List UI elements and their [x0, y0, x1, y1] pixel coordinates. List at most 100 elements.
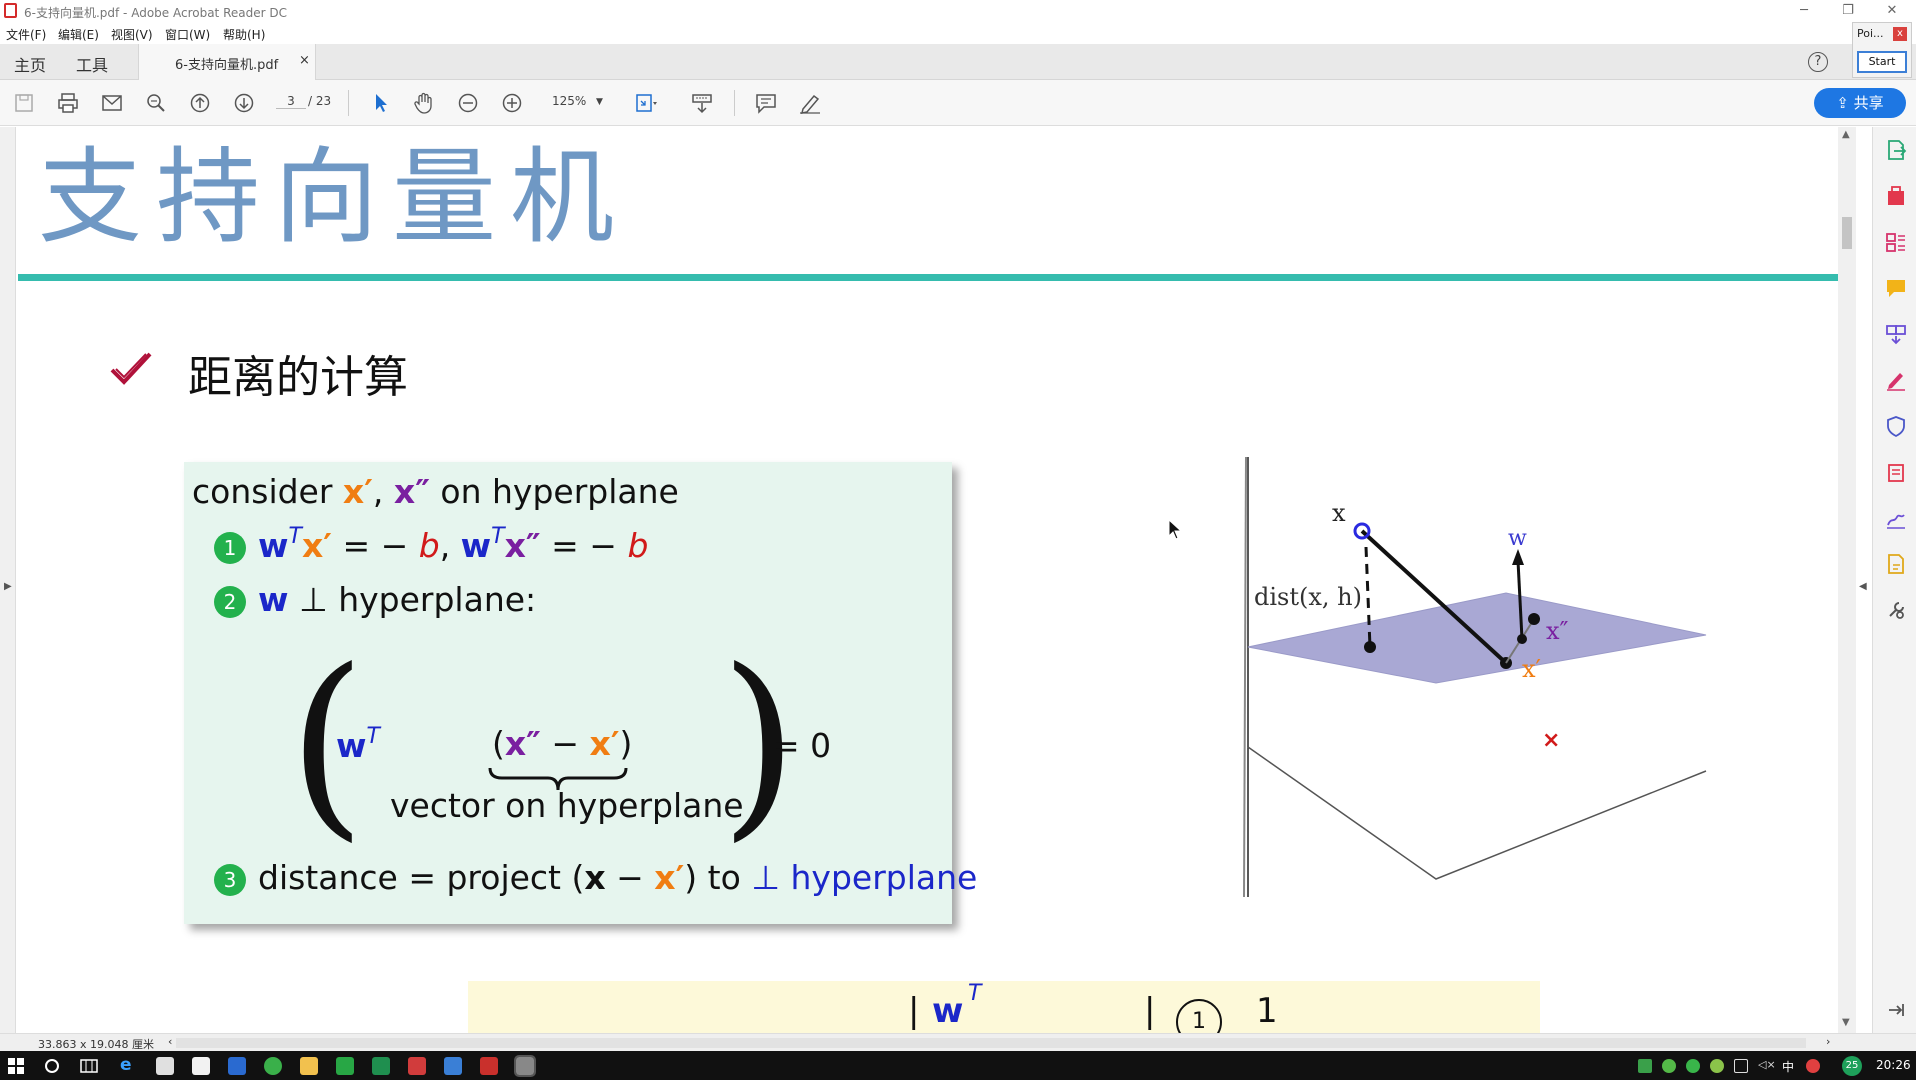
- file-explorer-icon[interactable]: [300, 1057, 318, 1075]
- tray-icon-1[interactable]: [1638, 1059, 1652, 1073]
- edit-pdf-icon[interactable]: [1885, 461, 1907, 483]
- taskbar-clock: 20:26: [1876, 1058, 1911, 1072]
- menu-help[interactable]: 帮助(H): [223, 26, 265, 43]
- scrollbar-thumb[interactable]: [1842, 217, 1852, 249]
- projection-point: [1364, 641, 1376, 653]
- collapse-right-panel-icon[interactable]: ◀: [1859, 581, 1867, 592]
- tab-tools[interactable]: 工具: [76, 52, 108, 76]
- save-icon[interactable]: [12, 92, 36, 114]
- minimize-button[interactable]: ─: [1784, 0, 1824, 22]
- tab-document[interactable]: 6-支持向量机.pdf ×: [138, 44, 316, 80]
- tray-icon-4[interactable]: [1710, 1059, 1724, 1073]
- restore-button[interactable]: ❐: [1828, 0, 1868, 22]
- scroll-up-icon[interactable]: ▲: [1842, 129, 1850, 140]
- vertical-scrollbar[interactable]: ▲ ▼: [1838, 127, 1856, 1033]
- toolbar-separator: [348, 90, 349, 116]
- zoom-level[interactable]: 125%: [552, 94, 586, 108]
- task-view-icon[interactable]: [80, 1058, 98, 1074]
- toolbar: 3 / 23 125% ▼: [0, 80, 1916, 126]
- app-icon-blue[interactable]: [228, 1057, 246, 1075]
- windows-start-icon[interactable]: [8, 1058, 24, 1074]
- zoom-out-icon[interactable]: [456, 92, 480, 114]
- mini-panel-close-icon[interactable]: x: [1893, 27, 1907, 41]
- more-tools-doc-icon[interactable]: [1885, 553, 1907, 575]
- edge-browser-icon[interactable]: e: [120, 1055, 138, 1075]
- comment-tool-icon[interactable]: [1885, 277, 1907, 299]
- previous-page-icon[interactable]: [188, 92, 212, 114]
- search-icon[interactable]: [144, 92, 168, 114]
- page-number-input[interactable]: 3: [276, 94, 306, 109]
- tray-icon-2[interactable]: [1662, 1059, 1676, 1073]
- point-xdprime: [1528, 613, 1540, 625]
- send-for-signature-icon[interactable]: [1885, 507, 1907, 529]
- app-icon-green[interactable]: [336, 1057, 354, 1075]
- tab-home[interactable]: 主页: [14, 52, 46, 76]
- app-icon-teal[interactable]: [372, 1057, 390, 1075]
- share-button[interactable]: ⇪ 共享: [1814, 88, 1906, 118]
- tools-wrench-icon[interactable]: [1885, 599, 1907, 621]
- email-icon[interactable]: [100, 92, 124, 114]
- menu-window[interactable]: 窗口(W): [165, 26, 210, 43]
- protect-shield-icon[interactable]: [1885, 415, 1907, 437]
- expand-left-panel-icon[interactable]: ▶: [4, 581, 12, 592]
- fill-sign-icon[interactable]: [1885, 369, 1907, 391]
- select-cursor-icon[interactable]: [368, 92, 392, 114]
- hand-tool-icon[interactable]: [412, 92, 436, 114]
- acrobat-app-icon: [4, 3, 17, 18]
- label-dist: dist(x, h): [1254, 583, 1362, 611]
- export-pdf-icon[interactable]: [1885, 139, 1907, 161]
- formula-line-2: 2w ⊥ hyperplane:: [214, 580, 536, 619]
- zoom-in-icon[interactable]: [500, 92, 524, 114]
- network-icon[interactable]: [1734, 1059, 1748, 1073]
- help-icon[interactable]: ?: [1808, 52, 1828, 72]
- store-icon[interactable]: [156, 1057, 174, 1075]
- scroll-mode-icon[interactable]: [690, 92, 714, 114]
- create-pdf-icon[interactable]: [1885, 185, 1907, 207]
- diagram-floor-outline: [1247, 746, 1707, 880]
- next-page-icon[interactable]: [232, 92, 256, 114]
- left-navigation-panel[interactable]: ▶: [0, 127, 16, 1047]
- label-xdprime: x″: [1546, 617, 1569, 645]
- hyperplane-distance-diagram: x w dist(x, h) x″ x′ ×: [1243, 456, 1707, 897]
- volume-icon[interactable]: ◁×: [1758, 1058, 1776, 1072]
- menu-file[interactable]: 文件(F): [6, 26, 46, 43]
- menu-edit[interactable]: 编辑(E): [58, 26, 99, 43]
- tab-bar: 主页 工具 6-支持向量机.pdf × ?: [0, 44, 1916, 80]
- app-icon-active[interactable]: [514, 1055, 536, 1077]
- document-tab-label: 6-支持向量机.pdf: [175, 58, 279, 73]
- diagram-vertical-axis: [1243, 456, 1247, 897]
- menu-view[interactable]: 视图(V): [111, 26, 153, 43]
- section-heading: 距离的计算: [188, 352, 408, 403]
- mail-icon[interactable]: [192, 1057, 210, 1075]
- print-icon[interactable]: [56, 92, 80, 114]
- wechat-icon[interactable]: [264, 1057, 282, 1075]
- comment-icon[interactable]: [754, 92, 778, 114]
- notification-badge[interactable]: 25: [1842, 1056, 1862, 1076]
- scroll-down-icon[interactable]: ▼: [1842, 1017, 1850, 1028]
- close-window-button[interactable]: ✕: [1872, 0, 1912, 22]
- organize-pages-icon[interactable]: [1885, 231, 1907, 253]
- zoom-dropdown-chevron-icon[interactable]: ▼: [596, 97, 603, 107]
- equals-zero: = 0: [772, 726, 832, 765]
- tray-icon-s[interactable]: [1806, 1059, 1820, 1073]
- tray-icon-3[interactable]: [1686, 1059, 1700, 1073]
- acrobat-taskbar-icon[interactable]: [480, 1057, 498, 1075]
- yellow-t: T: [968, 981, 982, 1006]
- ime-indicator[interactable]: 中: [1782, 1058, 1794, 1075]
- matrix-difference: (x″ − x′): [492, 724, 633, 763]
- highlight-pen-icon[interactable]: [798, 92, 822, 114]
- combine-files-icon[interactable]: [1885, 323, 1907, 345]
- fit-page-icon[interactable]: [634, 92, 658, 114]
- collapse-pane-icon[interactable]: [1885, 999, 1907, 1021]
- search-circle-icon[interactable]: [44, 1058, 60, 1074]
- title-divider: [18, 274, 1838, 281]
- app-icon-red[interactable]: [408, 1057, 426, 1075]
- document-viewport[interactable]: 支持向量机 距离的计算 consider x′, x″ on hyperplan…: [16, 127, 1838, 1033]
- start-button[interactable]: Start: [1857, 51, 1907, 73]
- scroll-right-icon[interactable]: ›: [1826, 1035, 1830, 1048]
- close-tab-icon[interactable]: ×: [299, 53, 310, 68]
- menu-bar: 文件(F) 编辑(E) 视图(V) 窗口(W) 帮助(H): [0, 22, 1916, 44]
- app-icon-window[interactable]: [444, 1057, 462, 1075]
- horizontal-scrollbar[interactable]: [176, 1038, 1806, 1048]
- scroll-left-icon[interactable]: ‹: [168, 1035, 172, 1048]
